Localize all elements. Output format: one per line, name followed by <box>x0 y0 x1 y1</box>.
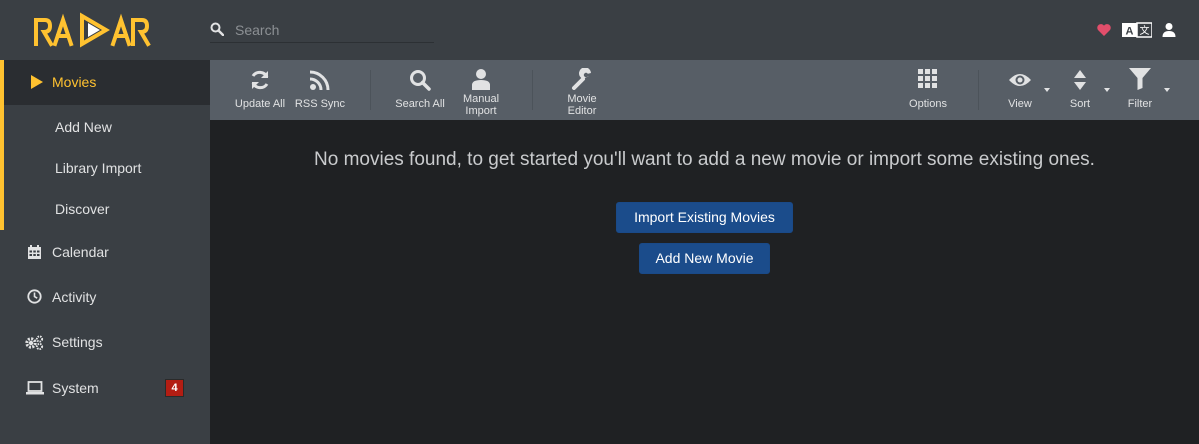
sidebar: Movies Add New Library Import Discover C… <box>0 60 210 444</box>
translate-icon[interactable]: A 文 <box>1122 22 1152 38</box>
grid-icon <box>918 69 937 88</box>
toolbar-separator <box>532 70 533 110</box>
movie-editor-button[interactable]: Movie Editor <box>552 60 612 120</box>
update-all-button[interactable]: Update All <box>230 60 290 120</box>
sort-icon <box>1074 70 1086 90</box>
movie-editor-label-line2: Editor <box>567 105 597 117</box>
radarr-logo[interactable] <box>34 12 156 48</box>
user-icon[interactable] <box>1161 22 1177 38</box>
heart-icon[interactable] <box>1096 22 1112 38</box>
wrench-icon <box>572 68 591 90</box>
calendar-icon <box>28 245 41 259</box>
movies-submenu: Add New Library Import Discover <box>0 104 210 230</box>
manual-import-label-line2: Import <box>465 105 497 117</box>
sort-label: Sort <box>1069 98 1091 110</box>
movie-editor-label-line1: Movie <box>567 93 597 105</box>
sidebar-item-calendar[interactable]: Calendar <box>0 230 210 275</box>
rss-sync-button[interactable]: RSS Sync <box>290 60 350 120</box>
search-box[interactable] <box>210 18 437 43</box>
search-icon <box>410 70 431 91</box>
system-health-badge: 4 <box>165 379 184 397</box>
search-input[interactable] <box>233 18 437 42</box>
update-all-label: Update All <box>234 98 286 110</box>
search-all-label: Search All <box>395 98 445 110</box>
empty-state-message: No movies found, to get started you'll w… <box>314 149 1095 170</box>
page-toolbar: Update All RSS Sync Search All Manual Im… <box>210 60 1199 120</box>
sidebar-item-settings[interactable]: Settings <box>0 320 210 365</box>
view-label: View <box>1008 98 1032 110</box>
manual-import-button[interactable]: Manual Import <box>451 60 511 120</box>
sidebar-item-label: Calendar <box>52 244 109 260</box>
rss-icon <box>309 70 330 91</box>
search-all-button[interactable]: Search All <box>390 60 450 120</box>
sidebar-item-discover[interactable]: Discover <box>55 201 109 217</box>
refresh-icon <box>251 70 269 90</box>
filter-label: Filter <box>1127 98 1153 110</box>
clock-icon <box>27 289 42 304</box>
eye-icon <box>1009 74 1031 86</box>
options-button[interactable]: Options <box>898 60 958 120</box>
sidebar-item-label: System <box>52 380 99 396</box>
add-new-movie-button[interactable]: Add New Movie <box>639 243 770 274</box>
user-icon <box>472 69 490 90</box>
rss-sync-label: RSS Sync <box>294 98 346 110</box>
sidebar-item-label: Settings <box>52 334 103 350</box>
svg-text:A: A <box>1126 26 1134 38</box>
manual-import-label-line1: Manual <box>462 93 500 105</box>
laptop-icon <box>26 381 44 395</box>
play-icon <box>31 75 43 89</box>
sidebar-item-library-import[interactable]: Library Import <box>55 160 141 176</box>
sidebar-item-movies[interactable]: Movies <box>0 60 210 105</box>
svg-text:文: 文 <box>1140 24 1150 37</box>
import-existing-movies-button[interactable]: Import Existing Movies <box>616 202 793 233</box>
page-header: A 文 <box>0 0 1199 60</box>
toolbar-separator <box>978 70 979 110</box>
main-content: No movies found, to get started you'll w… <box>210 120 1199 444</box>
sidebar-item-activity[interactable]: Activity <box>0 275 210 320</box>
toolbar-separator <box>370 70 371 110</box>
sort-button[interactable]: Sort <box>1050 60 1110 120</box>
sidebar-item-add-new[interactable]: Add New <box>55 119 112 135</box>
sidebar-item-label: Movies <box>52 74 97 90</box>
filter-button[interactable]: Filter <box>1110 60 1170 120</box>
chevron-down-icon <box>1164 88 1170 92</box>
options-label: Options <box>909 98 947 110</box>
sidebar-item-label: Activity <box>52 289 97 305</box>
search-icon <box>210 22 224 36</box>
filter-icon <box>1129 68 1151 90</box>
cogs-icon <box>25 335 44 350</box>
view-button[interactable]: View <box>990 60 1050 120</box>
